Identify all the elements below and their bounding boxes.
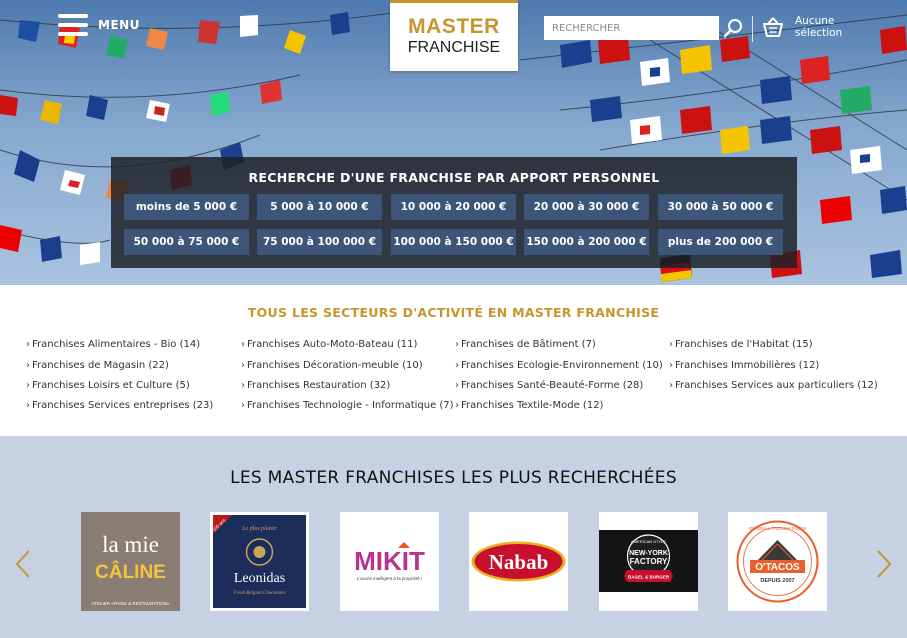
apport-range-button[interactable]: 30 000 à 50 000 €: [658, 194, 783, 220]
sectors-title: TOUS LES SECTEURS D'ACTIVITÉ EN MASTER F…: [247, 305, 660, 320]
chevron-right-icon: ›: [669, 339, 673, 350]
svg-text:BAGEL & BURGER: BAGEL & BURGER: [628, 575, 670, 580]
svg-text:ATELIER «PAINS & RESTAURATION»: ATELIER «PAINS & RESTAURATION»: [92, 601, 170, 606]
apport-range-button[interactable]: 5 000 à 10 000 €: [257, 194, 382, 220]
basket-icon[interactable]: [762, 16, 784, 38]
chevron-right-icon: ›: [455, 380, 459, 391]
svg-text:Le plus plaisir: Le plus plaisir: [241, 526, 277, 532]
brand-tile-mikit[interactable]: MIKIT L'accès intelligent à la propriété…: [340, 512, 439, 611]
chevron-right-icon: ›: [241, 380, 245, 391]
hamburger-icon: [58, 14, 88, 36]
apport-range-button[interactable]: 75 000 à 100 000 €: [257, 229, 382, 255]
sector-link[interactable]: › Franchises de Magasin (22): [26, 360, 169, 371]
carousel-next-arrow-icon[interactable]: [875, 549, 893, 579]
chevron-right-icon: ›: [241, 339, 245, 350]
selection-line2: sélection: [795, 27, 843, 39]
chevron-right-icon: ›: [455, 360, 459, 371]
apport-search-panel: RECHERCHE D'UNE FRANCHISE PAR APPORT PER…: [111, 157, 797, 268]
apport-range-button[interactable]: 150 000 à 200 000 €: [524, 229, 649, 255]
hero-banner: MENU MASTER FRANCHISE Aucune sélection R…: [0, 0, 907, 285]
apport-range-button[interactable]: 50 000 à 75 000 €: [124, 229, 249, 255]
sector-link[interactable]: › Franchises Services entreprises (23): [26, 400, 213, 411]
sector-link[interactable]: › Franchises Santé-Beauté-Forme (28): [455, 380, 643, 391]
popular-title: LES MASTER FRANCHISES LES PLUS RECHERCHÉ…: [230, 468, 677, 488]
chevron-right-icon: ›: [26, 400, 30, 411]
svg-text:L'accès intelligent à la propr: L'accès intelligent à la propriété !: [357, 576, 422, 581]
apport-title: RECHERCHE D'UNE FRANCHISE PAR APPORT PER…: [248, 170, 660, 185]
sector-link[interactable]: › Franchises Immobilières (12): [669, 360, 819, 371]
sector-link[interactable]: › Franchises Décoration-meuble (10): [241, 360, 423, 371]
svg-text:NEW-YORK: NEW-YORK: [629, 550, 668, 557]
brand-tile-la-mie-caline[interactable]: la mie CÂLINE ATELIER «PAINS & RESTAURAT…: [81, 512, 180, 611]
brand-tile-new-york-factory[interactable]: AMERICAN STYLE NEW-YORK FACTORY BAGEL & …: [599, 512, 698, 611]
leonidas-logo: 100 ans Le plus plaisir Leonidas Fresh B…: [210, 512, 309, 611]
chevron-right-icon: ›: [241, 360, 245, 371]
chevron-right-icon: ›: [26, 380, 30, 391]
svg-text:MIKIT: MIKIT: [354, 546, 425, 576]
sector-link[interactable]: › Franchises Technologie - Informatique (…: [241, 400, 454, 411]
sector-link[interactable]: › Franchises de l'Habitat (15): [669, 339, 813, 350]
sector-link[interactable]: › Franchises Restauration (32): [241, 380, 390, 391]
chevron-right-icon: ›: [669, 380, 673, 391]
svg-text:CÂLINE: CÂLINE: [95, 561, 166, 583]
chevron-right-icon: ›: [455, 339, 459, 350]
sector-link[interactable]: › Franchises Auto-Moto-Bateau (11): [241, 339, 417, 350]
selection-line1: Aucune: [795, 15, 835, 27]
sector-link[interactable]: › Franchises Ecologie-Environnement (10): [455, 360, 663, 371]
sector-link[interactable]: › Franchises Loisirs et Culture (5): [26, 380, 190, 391]
selection-status[interactable]: Aucune sélection: [795, 15, 842, 39]
sector-link[interactable]: › Franchises Textile-Mode (12): [455, 400, 603, 411]
search-icon[interactable]: [722, 17, 744, 39]
svg-text:Fresh Belgian Chocolates: Fresh Belgian Chocolates: [232, 591, 285, 596]
new-york-factory-logo: AMERICAN STYLE NEW-YORK FACTORY BAGEL & …: [599, 512, 698, 611]
chevron-right-icon: ›: [669, 360, 673, 371]
sector-link[interactable]: › Franchises Services aux particuliers (1…: [669, 380, 878, 391]
mikit-logo: MIKIT L'accès intelligent à la propriété…: [340, 512, 439, 611]
svg-text:DEPUIS 2007: DEPUIS 2007: [760, 578, 794, 584]
otacos-logo: ORIGINAL FRENCH TACOS O'TACOS DEPUIS 200…: [728, 512, 827, 611]
chevron-right-icon: ›: [26, 339, 30, 350]
svg-text:la mie: la mie: [102, 532, 159, 557]
apport-range-button[interactable]: moins de 5 000 €: [124, 194, 249, 220]
logo-text-master: MASTER: [408, 15, 500, 38]
site-logo[interactable]: MASTER FRANCHISE: [390, 0, 518, 71]
svg-text:Leonidas: Leonidas: [234, 571, 285, 586]
svg-text:Nabab: Nabab: [489, 550, 549, 574]
apport-range-button[interactable]: 100 000 à 150 000 €: [391, 229, 516, 255]
svg-text:O'TACOS: O'TACOS: [755, 562, 800, 573]
search-input[interactable]: [544, 16, 719, 40]
carousel-prev-arrow-icon[interactable]: [14, 549, 32, 579]
chevron-right-icon: ›: [241, 400, 245, 411]
brand-tile-leonidas[interactable]: 100 ans Le plus plaisir Leonidas Fresh B…: [210, 512, 309, 611]
apport-range-button[interactable]: plus de 200 000 €: [658, 229, 783, 255]
svg-text:FACTORY: FACTORY: [630, 557, 668, 566]
apport-range-button[interactable]: 20 000 à 30 000 €: [524, 194, 649, 220]
header-divider: [752, 16, 753, 42]
chevron-right-icon: ›: [455, 400, 459, 411]
brand-tile-otacos[interactable]: ORIGINAL FRENCH TACOS O'TACOS DEPUIS 200…: [728, 512, 827, 611]
brand-tile-nabab[interactable]: Nabab: [469, 512, 568, 611]
logo-text-franchise: FRANCHISE: [407, 39, 501, 56]
apport-range-button[interactable]: 10 000 à 20 000 €: [391, 194, 516, 220]
sector-link[interactable]: › Franchises Alimentaires - Bio (14): [26, 339, 200, 350]
la-mie-caline-logo: la mie CÂLINE ATELIER «PAINS & RESTAURAT…: [81, 512, 180, 611]
chevron-right-icon: ›: [26, 360, 30, 371]
nabab-logo: Nabab: [469, 512, 568, 611]
sector-link[interactable]: › Franchises de Bâtiment (7): [455, 339, 596, 350]
menu-label: MENU: [98, 18, 140, 32]
menu-button[interactable]: MENU: [58, 14, 140, 36]
svg-text:AMERICAN STYLE: AMERICAN STYLE: [631, 539, 666, 544]
svg-text:ORIGINAL FRENCH TACOS: ORIGINAL FRENCH TACOS: [749, 526, 807, 531]
